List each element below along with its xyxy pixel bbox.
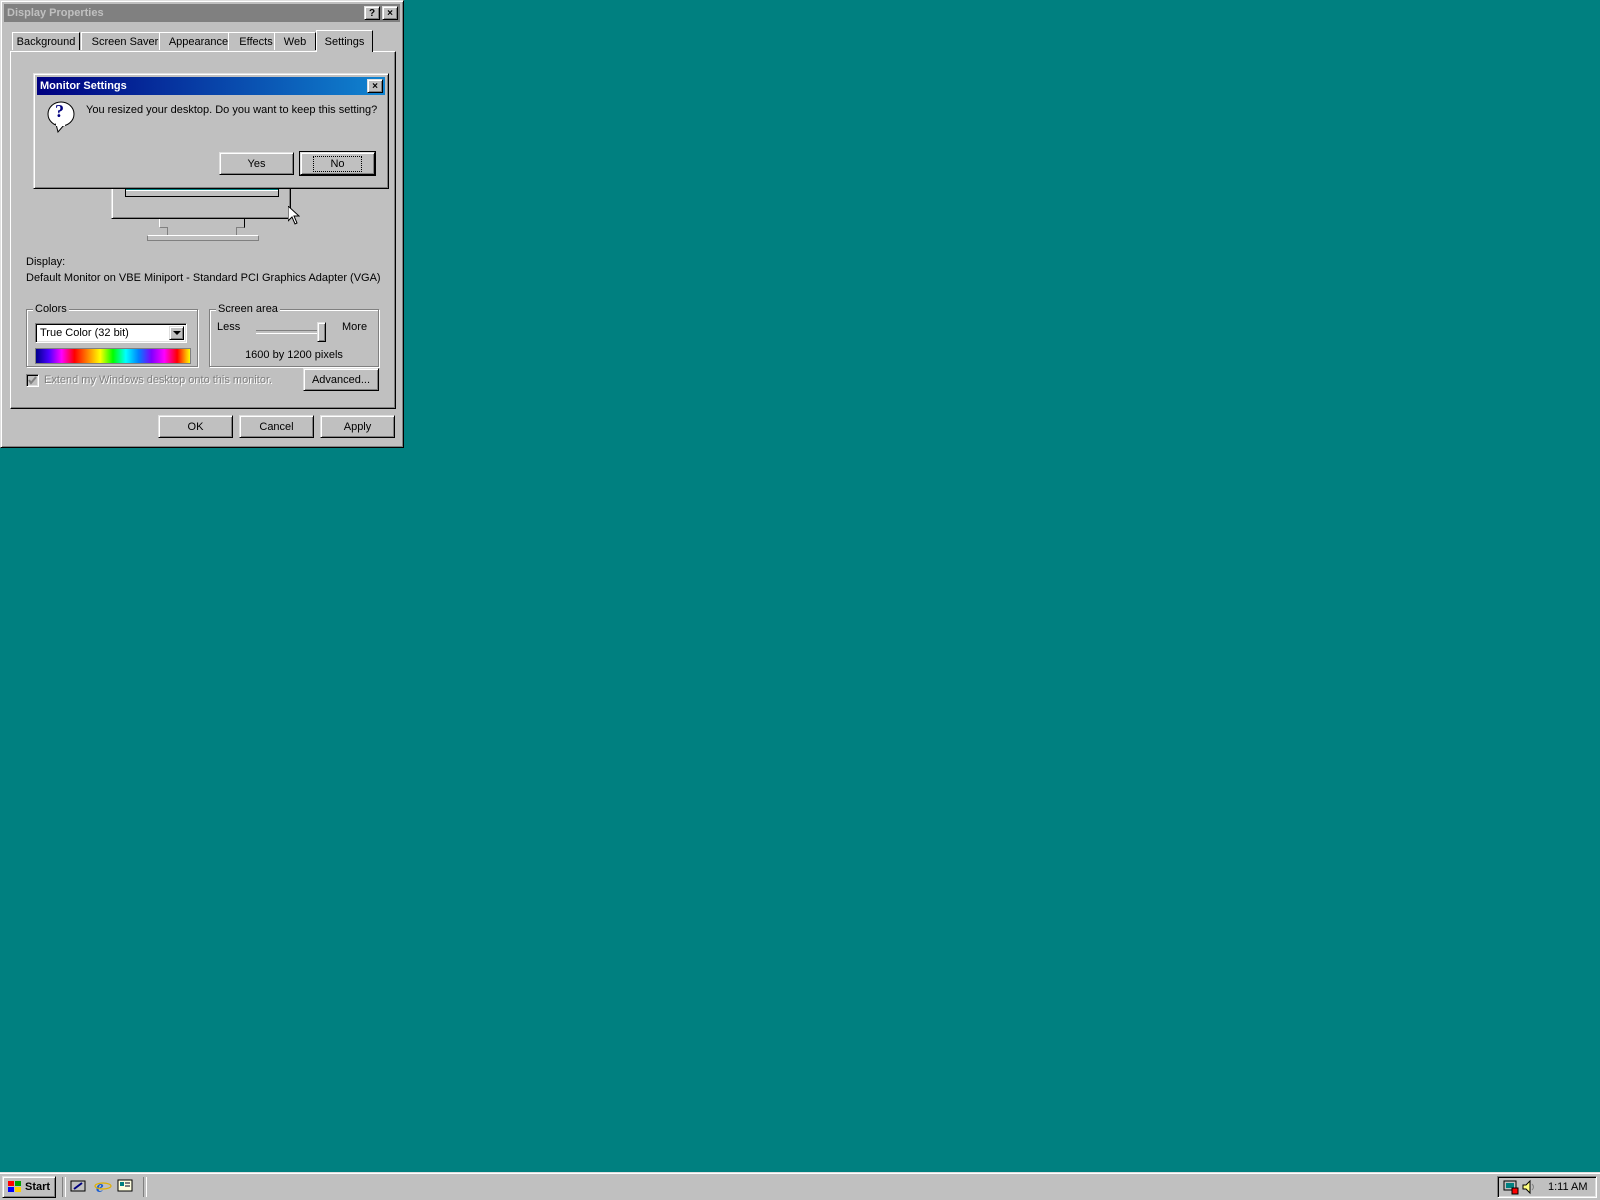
question-icon: ? — [46, 100, 78, 134]
advanced-button[interactable]: Advanced... — [303, 368, 379, 391]
taskbar-separator — [143, 1177, 147, 1197]
internet-explorer-icon[interactable]: e — [94, 1177, 112, 1195]
checkmark-icon — [28, 376, 37, 385]
extend-desktop-label: Extend my Windows desktop onto this moni… — [44, 374, 273, 386]
tab-strip: Background Screen Saver Appearance Effec… — [12, 30, 392, 52]
taskbar-separator — [62, 1177, 66, 1197]
cancel-button-label: Cancel — [259, 420, 294, 433]
resolution-readout: 1600 by 1200 pixels — [245, 349, 343, 361]
monitor-preview-taskbar — [126, 190, 278, 196]
monitor-settings-titlebar[interactable]: Monitor Settings × — [37, 77, 385, 95]
display-properties-window: Display Properties ? × Background Screen… — [0, 0, 404, 448]
no-button-label: No — [313, 155, 362, 172]
close-icon: × — [387, 7, 393, 19]
tab-appearance[interactable]: Appearance — [159, 32, 238, 50]
start-label: Start — [25, 1181, 51, 1193]
ok-button-label: OK — [187, 420, 204, 433]
advanced-button-label: Advanced... — [311, 373, 371, 386]
display-properties-titlebar[interactable]: Display Properties ? × — [4, 4, 400, 22]
yes-button-label: Yes — [247, 157, 266, 170]
clock[interactable]: 1:11 AM — [1548, 1181, 1588, 1193]
extend-desktop-checkbox[interactable] — [26, 374, 39, 387]
no-button[interactable]: No — [299, 151, 376, 176]
display-settings-icon[interactable] — [1502, 1178, 1520, 1196]
start-button[interactable]: Start — [2, 1176, 56, 1198]
svg-text:e: e — [96, 1177, 104, 1195]
dialog-close-button[interactable]: × — [367, 79, 383, 93]
screen-area-group: Screen area Less More 1600 by 1200 pixel… — [209, 303, 379, 367]
less-label: Less — [217, 321, 241, 333]
volume-icon[interactable] — [1520, 1178, 1538, 1196]
colors-dropdown[interactable]: True Color (32 bit) — [35, 323, 187, 343]
window-title: Display Properties — [7, 7, 104, 19]
close-button[interactable]: × — [382, 6, 398, 20]
colors-group: Colors True Color (32 bit) — [26, 303, 198, 367]
system-tray: 1:11 AM — [1497, 1176, 1597, 1198]
help-icon: ? — [368, 7, 376, 19]
show-desktop-icon[interactable] — [69, 1177, 87, 1195]
windows-logo-icon — [8, 1181, 21, 1192]
tab-label: Appearance — [168, 35, 229, 48]
help-button[interactable]: ? — [364, 6, 380, 20]
tab-label: Screen Saver — [91, 35, 159, 48]
monitor-stand — [167, 227, 237, 235]
ok-button[interactable]: OK — [158, 415, 233, 438]
monitor-base — [147, 235, 259, 241]
mouse-cursor-icon — [288, 206, 300, 225]
cancel-button[interactable]: Cancel — [239, 415, 314, 438]
tab-label: Effects — [239, 35, 273, 48]
tab-background[interactable]: Background — [12, 32, 80, 50]
taskbar: Start e 1:11 AM — [0, 1172, 1600, 1200]
dialog-title: Monitor Settings — [40, 80, 127, 92]
channels-icon[interactable] — [116, 1177, 134, 1195]
close-icon: × — [372, 80, 378, 92]
tab-screen-saver[interactable]: Screen Saver — [81, 32, 169, 50]
tab-label: Settings — [324, 35, 365, 48]
yes-button[interactable]: Yes — [219, 152, 294, 175]
more-label: More — [342, 321, 368, 333]
screen-area-group-label: Screen area — [216, 303, 280, 315]
tab-web[interactable]: Web — [274, 32, 316, 50]
tab-label: Web — [283, 35, 307, 48]
dialog-message: You resized your desktop. Do you want to… — [86, 104, 378, 116]
apply-button[interactable]: Apply — [320, 415, 395, 438]
chevron-down-icon — [172, 330, 181, 335]
display-value: Default Monitor on VBE Miniport - Standa… — [26, 272, 381, 284]
display-label: Display: — [26, 256, 66, 268]
colors-group-label: Colors — [33, 303, 69, 315]
color-spectrum-bar — [35, 348, 191, 364]
desktop: { "colors": {"desktop": "#008080", "face… — [0, 0, 1600, 1200]
tab-settings[interactable]: Settings — [316, 30, 373, 52]
dropdown-arrow-button[interactable] — [169, 326, 184, 340]
tab-label: Background — [16, 35, 76, 48]
monitor-settings-dialog: Monitor Settings × ? You resized your de… — [33, 73, 389, 189]
apply-button-label: Apply — [343, 420, 372, 433]
resolution-slider-thumb[interactable] — [317, 322, 326, 342]
colors-selected-value: True Color (32 bit) — [40, 327, 129, 339]
question-mark-glyph: ? — [55, 101, 64, 121]
resolution-slider-track[interactable] — [256, 322, 326, 342]
